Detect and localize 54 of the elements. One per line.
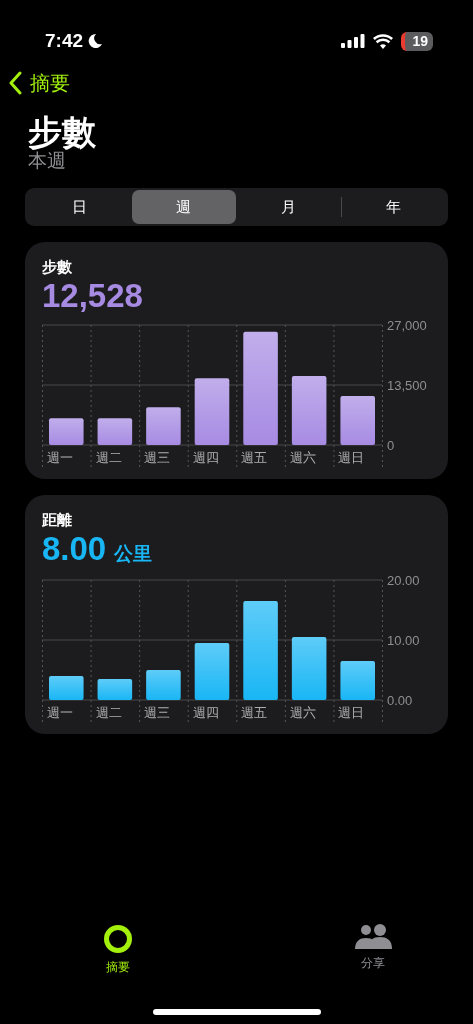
- bar: [194, 378, 230, 446]
- day-label: 週三: [144, 705, 171, 721]
- bar: [340, 396, 375, 446]
- day-label: 週二: [95, 450, 122, 466]
- metric-value: 12,528: [42, 278, 143, 314]
- axis-tick-label: 13,500: [387, 378, 427, 394]
- metric-unit: 公里: [114, 541, 153, 566]
- axis-tick-label: 20.00: [387, 573, 420, 589]
- axis-tick-label: 10.00: [387, 633, 420, 649]
- back-chevron-icon: [8, 71, 22, 95]
- bar: [146, 670, 181, 701]
- day-label: 週二: [95, 705, 122, 721]
- bar: [49, 418, 84, 446]
- bar: [146, 407, 181, 446]
- day-label: 週一: [47, 705, 73, 721]
- day-label: 週六: [289, 705, 316, 721]
- back-link[interactable]: 摘要: [8, 68, 473, 98]
- metric-label: 步數: [42, 257, 73, 278]
- day-label: 週一: [47, 450, 73, 466]
- page-title: 步數: [28, 114, 97, 151]
- metric-value: 8.00: [42, 531, 107, 567]
- signal-icon: [341, 34, 366, 48]
- day-label: 週日: [338, 705, 365, 721]
- bar: [291, 637, 327, 701]
- day-label: 週五: [241, 705, 268, 721]
- tab-bar-item[interactable]: 摘要: [78, 923, 158, 977]
- bar: [291, 376, 327, 446]
- bar: [97, 418, 133, 446]
- day-label: 週四: [192, 450, 219, 466]
- people-icon: [354, 924, 392, 950]
- segment-tab[interactable]: 年: [341, 190, 446, 225]
- day-label: 週三: [144, 450, 171, 466]
- metric-label: 距離: [42, 510, 73, 531]
- segment-tab[interactable]: 月: [236, 190, 341, 225]
- page-subtitle: 本週: [28, 151, 67, 173]
- tab-bar-item[interactable]: 分享: [333, 923, 413, 977]
- bar: [340, 661, 375, 701]
- moon-icon: [87, 33, 104, 49]
- ring-icon: [103, 924, 133, 954]
- segment-tab[interactable]: 週: [131, 190, 236, 225]
- day-label: 週五: [241, 450, 268, 466]
- bar: [97, 679, 133, 701]
- axis-tick-label: 0.00: [387, 693, 413, 709]
- axis-tick-label: 0: [387, 438, 395, 454]
- wifi-icon: [373, 33, 394, 49]
- clock-time: 7:42: [45, 28, 84, 53]
- bar: [194, 643, 230, 701]
- day-label: 週日: [338, 450, 365, 466]
- segment-tab[interactable]: 日: [27, 190, 132, 225]
- bar: [49, 676, 84, 701]
- battery-level: 19: [401, 31, 433, 51]
- day-label: 週六: [289, 450, 316, 466]
- axis-tick-label: 27,000: [387, 318, 427, 334]
- day-label: 週四: [192, 705, 219, 721]
